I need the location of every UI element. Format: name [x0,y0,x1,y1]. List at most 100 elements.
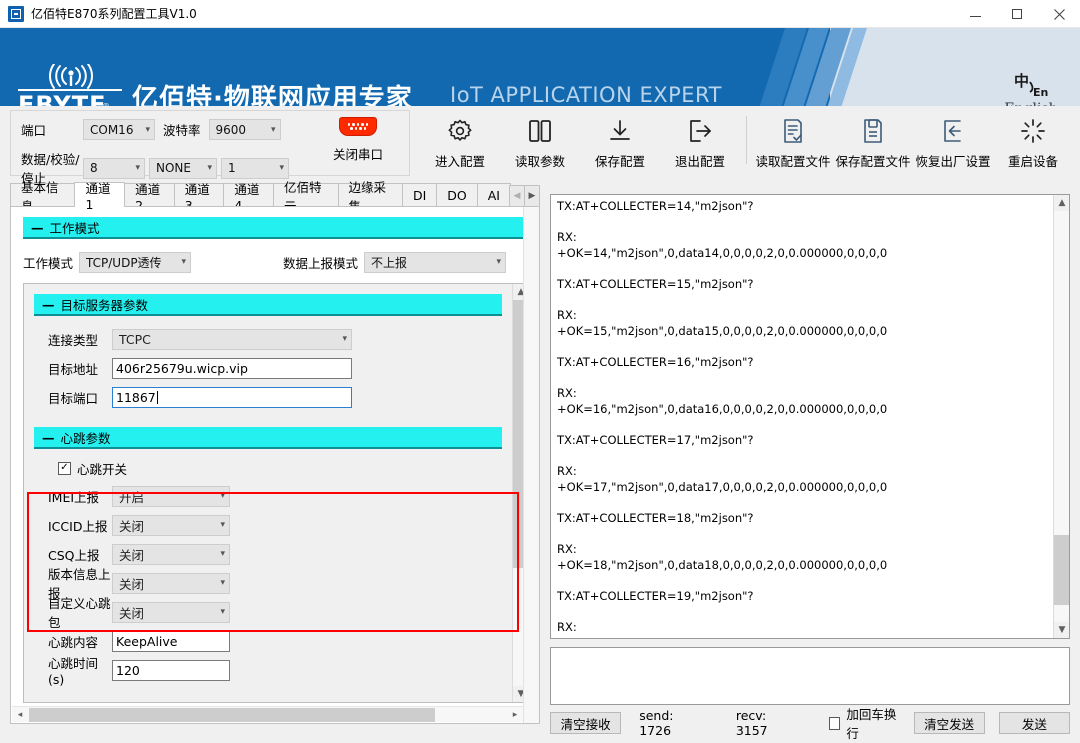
section-header-workmode[interactable]: — 工作模式 [23,217,529,239]
collapse-mark: — [31,220,44,235]
tab-ebyte-cloud[interactable]: 亿佰特云 [273,183,338,207]
floppy-save-icon [859,114,887,148]
heartbeat-content-label: 心跳内容 [34,632,112,651]
section-header-server-params[interactable]: — 目标服务器参数 [34,294,502,316]
gear-icon [446,114,474,148]
maximize-button[interactable] [996,0,1038,28]
tab-channel-2[interactable]: 通道2 [124,183,175,207]
parity-select[interactable]: NONE▾ [149,158,217,179]
conn-type-select[interactable]: TCPC▾ [112,329,352,350]
custom-heartbeat-select[interactable]: 关闭▾ [112,602,230,623]
hscroll-thumb[interactable] [29,708,435,722]
read-config-file-button[interactable]: 读取配置文件 [753,114,833,170]
close-button[interactable] [1038,0,1080,28]
text-caret [157,391,158,404]
clear-receive-button[interactable]: 清空接收 [550,712,621,734]
workmode-label: 工作模式 [23,253,73,272]
section-header-register[interactable]: — 注册包参数 [34,702,502,703]
language-switch-button[interactable]: 中 En English [988,60,1074,106]
tab-channel-1[interactable]: 通道1 [74,182,125,207]
tab-channel-4[interactable]: 通道4 [223,183,274,207]
panel-vertical-scrollbar[interactable] [523,207,539,723]
serial-monitor-panel: TX:AT+COLLECTER=14,"m2json"? RX: +OK=14,… [550,194,1070,739]
collapse-mark: — [42,430,55,445]
toolbar-label: 保存配置文件 [835,151,910,170]
toolbar-label: 进入配置 [435,151,485,170]
tab-do[interactable]: DO [436,183,477,207]
heartbeat-switch-label: 心跳开关 [77,459,127,478]
csq-report-select[interactable]: 关闭▾ [112,544,230,565]
restart-sun-icon [1019,114,1047,148]
heartbeat-content-input[interactable]: KeepAlive [112,631,230,652]
heartbeat-time-input[interactable]: 120 [112,660,230,681]
hscroll-left-arrow[interactable]: ◂ [12,707,28,723]
target-port-input[interactable]: 11867 [112,387,352,408]
serial-db9-icon [339,117,377,136]
iccid-report-select[interactable]: 关闭▾ [112,515,230,536]
minimize-button[interactable] [954,0,996,28]
target-address-input[interactable]: 406r25679u.wicp.vip [112,358,352,379]
enter-config-button[interactable]: 进入配置 [420,114,500,170]
log-scroll-thumb[interactable] [1054,535,1070,605]
target-address-row: 目标地址 406r25679u.wicp.vip [34,356,502,380]
toolbar-label: 退出配置 [675,151,725,170]
version-report-row: 版本信息上报 关闭▾ [34,571,502,595]
log-scroll-up-arrow[interactable]: ▲ [1054,195,1070,211]
section-header-heartbeat[interactable]: — 心跳参数 [34,427,502,449]
save-config-file-button[interactable]: 保存配置文件 [833,114,913,170]
server-params-section: — 目标服务器参数 连接类型 TCPC▾ 目标地址 406r25679u.wic… [34,294,502,417]
version-report-select[interactable]: 关闭▾ [112,573,230,594]
tab-scroll-left-button[interactable]: ◀ [509,185,525,207]
channel-settings-panel: — 工作模式 工作模式 TCP/UDP透传▾ 数据上报模式 不上报▾ — 目标服… [10,206,540,724]
collapse-mark: — [42,297,55,312]
antenna-signal-icon [18,66,122,92]
restart-device-button[interactable]: 重启设备 [993,114,1073,170]
monitor-bottom-bar: 清空接收 send: 1726 recv: 3157 加回车换行 清空发送 发送 [550,711,1070,735]
port-label: 端口 [21,120,83,139]
toolbar-label: 读取参数 [515,151,565,170]
tab-di[interactable]: DI [402,183,437,207]
save-config-button[interactable]: 保存配置 [580,114,660,170]
workmode-row: 工作模式 TCP/UDP透传▾ 数据上报模式 不上报▾ [23,249,529,275]
tab-channel-3[interactable]: 通道3 [174,183,225,207]
target-address-label: 目标地址 [34,359,112,378]
send-count-label: send: 1726 [639,708,700,738]
banner-chinese-title: 亿佰特·物联网应用专家 [132,78,413,106]
section-title: 心跳参数 [61,428,111,447]
crlf-checkbox[interactable]: 加回车换行 [829,704,900,742]
hscroll-right-arrow[interactable]: ▸ [507,707,523,723]
databits-select[interactable]: 8▾ [83,158,145,179]
log-vertical-scrollbar[interactable]: ▲ ▼ [1053,195,1069,638]
heartbeat-switch-checkbox[interactable]: ✓ 心跳开关 [58,457,502,479]
factory-reset-button[interactable]: 恢复出厂设置 [913,114,993,170]
send-input-box[interactable] [550,647,1070,705]
ebyte-logo: ® EBYTE [18,66,122,106]
stopbits-select[interactable]: 1▾ [221,158,289,179]
panel-horizontal-scrollbar[interactable]: ◂ ▸ [12,706,523,722]
baud-select[interactable]: 9600▾ [209,119,281,140]
tab-bar: 基本信息 通道1 通道2 通道3 通道4 亿佰特云 边缘采集 DI DO AI … [10,182,540,207]
workmode-select[interactable]: TCP/UDP透传▾ [79,252,191,273]
report-mode-select[interactable]: 不上报▾ [364,252,506,273]
download-icon [606,114,634,148]
exit-config-button[interactable]: 退出配置 [660,114,740,170]
tab-basic-info[interactable]: 基本信息 [10,183,75,207]
read-params-button[interactable]: 读取参数 [500,114,580,170]
crlf-label: 加回车换行 [846,704,899,742]
log-scroll-down-arrow[interactable]: ▼ [1054,622,1070,638]
send-button[interactable]: 发送 [999,712,1070,734]
close-serial-port-button[interactable]: 关闭串口 [315,117,401,173]
toolbar-label: 读取配置文件 [755,151,830,170]
tab-scroll-right-button[interactable]: ▶ [524,185,540,207]
csq-report-row: CSQ上报 关闭▾ [34,542,502,566]
window-title: 亿佰特E870系列配置工具V1.0 [31,5,197,22]
tab-edge-collection[interactable]: 边缘采集 [338,183,403,207]
port-select[interactable]: COM16▾ [83,119,155,140]
target-port-label: 目标端口 [34,388,112,407]
receive-log-box[interactable]: TX:AT+COLLECTER=14,"m2json"? RX: +OK=14,… [550,194,1070,639]
scroll-content: — 目标服务器参数 连接类型 TCPC▾ 目标地址 406r25679u.wic… [24,284,512,703]
heartbeat-time-row: 心跳时间(s) 120 [34,658,502,682]
imei-report-select[interactable]: 开启▾ [112,486,230,507]
clear-send-button[interactable]: 清空发送 [914,712,985,734]
tab-ai[interactable]: AI [477,183,511,207]
